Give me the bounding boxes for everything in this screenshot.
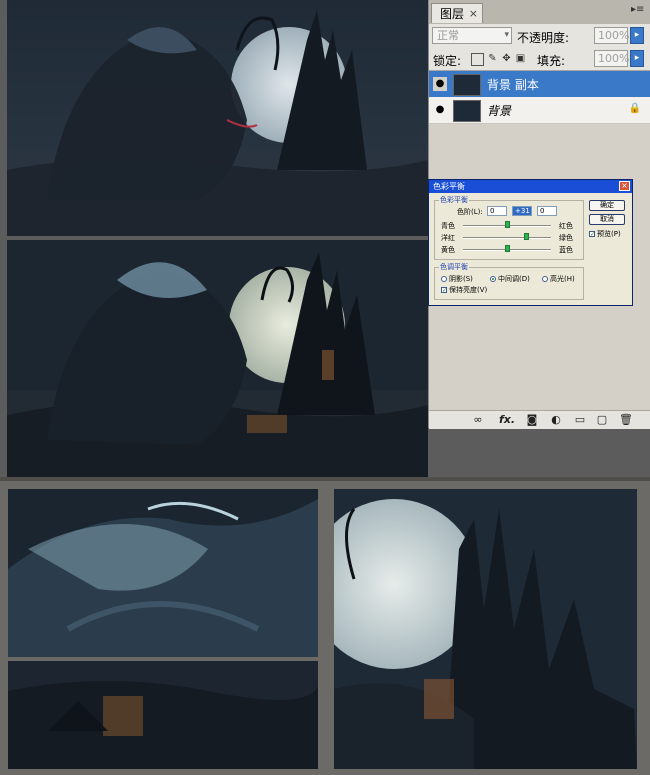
layer-row-background[interactable]: ● 背景 🔒 <box>429 97 650 124</box>
dialog-title-bar: 色彩平衡 × <box>429 180 632 193</box>
group-label: 色彩平衡 <box>439 195 469 205</box>
adjustment-icon[interactable]: ◐ <box>549 413 563 427</box>
crop-creature-detail <box>8 489 318 657</box>
lock-icon: 🔒 <box>628 103 641 114</box>
eye-icon[interactable]: ● <box>433 77 447 91</box>
tab-layers[interactable]: 图层 × <box>431 3 483 23</box>
radio-shadows[interactable] <box>441 276 447 282</box>
slider-right-label: 绿色 <box>559 234 573 242</box>
radio-highlights[interactable] <box>542 276 548 282</box>
opacity-label: 不透明度: <box>517 31 570 45</box>
fill-field[interactable]: 100% <box>594 50 629 67</box>
lock-all-icon[interactable]: ▣ <box>515 53 526 64</box>
radio-label: 阴影(S) <box>449 275 473 283</box>
opacity-arrow-button[interactable]: ▸ <box>630 27 644 44</box>
link-icon[interactable]: ∞ <box>471 413 485 427</box>
blend-mode-select[interactable]: 正常 ▾ <box>432 27 512 44</box>
tab-close-icon[interactable]: × <box>469 4 478 24</box>
tone-balance-group: 色调平衡 阴影(S) 中间调(D) 高光(H) ✓ 保持亮度(V) <box>434 262 584 300</box>
detail-crops-frame <box>0 481 650 775</box>
mask-icon[interactable]: ◙ <box>525 413 539 427</box>
radio-label: 高光(H) <box>550 275 575 283</box>
painting-original <box>7 0 428 236</box>
panel-tab-bar: 图层 × ▸≡ <box>429 0 650 25</box>
opacity-field[interactable]: 100% <box>594 27 629 44</box>
new-layer-icon[interactable]: ▢ <box>595 413 609 427</box>
layer-row-copy[interactable]: ● 背景 副本 <box>429 71 650 97</box>
fx-icon[interactable]: fx. <box>499 413 515 427</box>
slider-left-label: 黄色 <box>441 246 455 254</box>
preview-checkbox[interactable]: ✓ <box>589 231 595 238</box>
lock-move-icon[interactable]: ✥ <box>501 53 512 64</box>
layer-thumbnail <box>453 100 481 122</box>
level-magenta-green-field[interactable]: +31 <box>512 206 532 216</box>
lock-transparency-icon[interactable] <box>471 53 484 66</box>
ok-button[interactable]: 确定 <box>589 200 625 211</box>
fill-label: 填充: <box>537 54 566 68</box>
chevron-down-icon: ▾ <box>504 30 509 40</box>
level-yellow-blue-field[interactable]: 0 <box>537 206 557 216</box>
slider-track <box>463 237 551 239</box>
level-cyan-red-field[interactable]: 0 <box>487 206 507 216</box>
trash-icon[interactable]: 🗑 <box>619 413 633 427</box>
folder-icon[interactable]: ▭ <box>573 413 587 427</box>
layers-bottom-toolbar: ∞ fx. ◙ ◐ ▭ ▢ 🗑 <box>429 410 650 429</box>
blend-opacity-row: 正常 ▾ 不透明度: 100% ▸ <box>429 24 650 48</box>
slider-cyan-red-thumb[interactable] <box>505 221 510 228</box>
layer-name: 背景 副本 <box>487 78 539 92</box>
lock-brush-icon[interactable]: ✎ <box>487 53 498 64</box>
preserve-luminosity-checkbox[interactable]: ✓ <box>441 287 447 294</box>
checkbox-label: 预览(P) <box>597 230 621 238</box>
color-balance-dialog: 色彩平衡 × 色彩平衡 色阶(L): 0 +31 0 青色 红色 洋红 绿色 黄… <box>428 179 633 306</box>
layer-thumbnail <box>453 74 481 96</box>
crop-castle-moon-detail <box>334 489 637 769</box>
crop-water-detail <box>8 661 318 769</box>
slider-right-label: 蓝色 <box>559 246 573 254</box>
lock-fill-row: 锁定: ✎ ✥ ▣ 填充: 100% ▸ <box>429 48 650 71</box>
slider-magenta-green-thumb[interactable] <box>524 233 529 240</box>
slider-right-label: 红色 <box>559 222 573 230</box>
panel-menu-icon[interactable]: ▸≡ <box>631 4 645 18</box>
slider-left-label: 洋红 <box>441 234 455 242</box>
group-label: 色调平衡 <box>439 262 469 272</box>
layer-name: 背景 <box>487 104 512 118</box>
levels-label: 色阶(L): <box>457 208 483 216</box>
dialog-title: 色彩平衡 <box>433 182 465 191</box>
close-icon[interactable]: × <box>619 181 630 191</box>
color-balance-group: 色彩平衡 色阶(L): 0 +31 0 青色 红色 洋红 绿色 黄色 蓝色 <box>434 195 584 260</box>
radio-label: 中间调(D) <box>498 275 530 283</box>
blend-mode-value: 正常 <box>437 29 459 42</box>
slider-yellow-blue-thumb[interactable] <box>505 245 510 252</box>
cancel-button[interactable]: 取消 <box>589 214 625 225</box>
radio-midtones[interactable] <box>490 276 496 282</box>
painting-adjusted <box>7 240 428 477</box>
tab-layers-label: 图层 <box>440 7 465 21</box>
checkbox-label: 保持亮度(V) <box>449 286 488 294</box>
lock-label: 锁定: <box>433 54 462 68</box>
eye-icon[interactable]: ● <box>433 103 447 117</box>
slider-left-label: 青色 <box>441 222 455 230</box>
fill-arrow-button[interactable]: ▸ <box>630 50 644 67</box>
